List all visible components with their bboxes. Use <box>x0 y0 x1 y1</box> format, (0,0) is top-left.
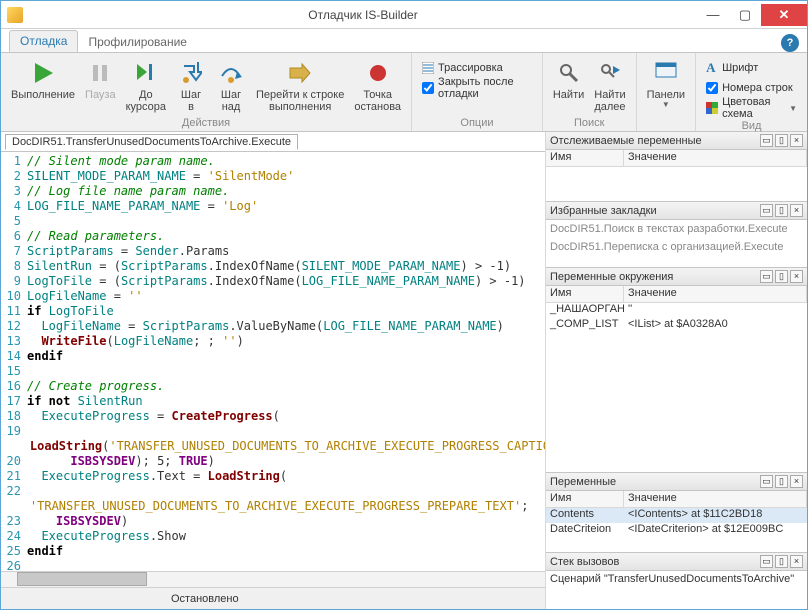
panels-icon <box>652 59 680 87</box>
close-after-checkbox[interactable]: Закрыть после отладки <box>422 79 532 97</box>
breakpoint-button[interactable]: Точка останова <box>352 57 403 116</box>
callstack-entry[interactable]: Сценарий "TransferUnusedDocumentsToArchi… <box>550 573 803 585</box>
run-button[interactable]: Выполнение <box>9 57 77 116</box>
app-icon <box>7 7 23 23</box>
step-over-button[interactable]: Шаг над <box>214 57 248 116</box>
group-search-label: Поиск <box>551 117 628 129</box>
font-button[interactable]: A Шрифт <box>706 59 797 77</box>
pause-button[interactable]: Пауза <box>83 57 118 116</box>
panel-close-button[interactable]: × <box>790 134 803 147</box>
search-next-icon <box>596 59 624 87</box>
panel-pin-button[interactable]: ▯ <box>775 555 788 568</box>
to-cursor-button[interactable]: До курсора <box>124 57 168 116</box>
step-in-icon <box>177 59 205 87</box>
minimize-button[interactable]: — <box>697 4 729 26</box>
panel-close-button[interactable]: × <box>790 555 803 568</box>
line-numbers-check[interactable] <box>706 82 718 94</box>
trace-icon <box>422 62 434 74</box>
goto-line-button[interactable]: Перейти к строке выполнения <box>254 57 346 116</box>
vars-panel-title: Переменные <box>550 476 758 488</box>
panel-dock-button[interactable]: ▭ <box>760 475 773 488</box>
goto-line-icon <box>286 59 314 87</box>
table-row[interactable]: _НАШАОРГАНИЗ'' <box>546 303 807 318</box>
panels-button[interactable]: Панели ▼ <box>645 57 687 128</box>
close-after-check[interactable] <box>422 82 434 94</box>
panel-close-button[interactable]: × <box>790 475 803 488</box>
env-panel-title: Переменные окружения <box>550 271 758 283</box>
close-button[interactable]: ✕ <box>761 4 807 26</box>
document-tab[interactable]: DocDIR51.TransferUnusedDocumentsToArchiv… <box>5 134 298 150</box>
status-text: Остановлено <box>171 593 239 605</box>
panel-close-button[interactable]: × <box>790 204 803 217</box>
panel-dock-button[interactable]: ▭ <box>760 204 773 217</box>
search-icon <box>555 59 583 87</box>
group-options-label: Опции <box>420 117 534 129</box>
panel-pin-button[interactable]: ▯ <box>775 270 788 283</box>
panel-dock-button[interactable]: ▭ <box>760 555 773 568</box>
maximize-button[interactable]: ▢ <box>729 4 761 26</box>
panel-dock-button[interactable]: ▭ <box>760 270 773 283</box>
font-icon: A <box>706 62 718 74</box>
code-editor[interactable]: 1// Silent mode param name.2SILENT_MODE_… <box>1 152 545 571</box>
group-view-label: Вид <box>704 120 799 132</box>
bookmark-item[interactable]: DocDIR51.Переписка с организацией.Execut… <box>546 238 807 256</box>
find-button[interactable]: Найти <box>551 57 586 116</box>
help-icon[interactable]: ? <box>781 34 799 52</box>
line-numbers-checkbox[interactable]: Номера строк <box>706 79 797 97</box>
table-row[interactable]: _COMP_LIST<IList> at $A0328A0 <box>546 318 807 333</box>
color-scheme-icon <box>706 102 718 114</box>
panel-dock-button[interactable]: ▭ <box>760 134 773 147</box>
step-over-icon <box>217 59 245 87</box>
window-title: Отладчик IS-Builder <box>29 8 697 22</box>
table-row[interactable]: DateCriteion<IDateCriterion> at $12E009B… <box>546 523 807 538</box>
breakpoint-icon <box>364 59 392 87</box>
watched-panel-title: Отслеживаемые переменные <box>550 135 758 147</box>
tab-profile[interactable]: Профилирование <box>78 32 197 52</box>
callstack-panel-title: Стек вызовов <box>550 556 758 568</box>
panel-pin-button[interactable]: ▯ <box>775 134 788 147</box>
bookmark-item[interactable]: DocDIR51.Поиск в текстах разработки.Exec… <box>546 220 807 238</box>
group-actions-label: Действия <box>9 117 403 129</box>
play-icon <box>29 59 57 87</box>
panel-close-button[interactable]: × <box>790 270 803 283</box>
panel-pin-button[interactable]: ▯ <box>775 204 788 217</box>
trace-button[interactable]: Трассировка <box>422 59 532 77</box>
table-row[interactable]: Contents<IContents> at $11C2BD18 <box>546 508 807 523</box>
horizontal-scrollbar[interactable] <box>1 571 545 587</box>
pause-icon <box>86 59 114 87</box>
color-scheme-button[interactable]: Цветовая схема ▼ <box>706 99 797 117</box>
panel-pin-button[interactable]: ▯ <box>775 475 788 488</box>
tab-debug[interactable]: Отладка <box>9 30 78 52</box>
step-in-button[interactable]: Шаг в <box>174 57 208 116</box>
bookmarks-panel-title: Избранные закладки <box>550 205 758 217</box>
find-next-button[interactable]: Найти далее <box>592 57 627 116</box>
to-cursor-icon <box>132 59 160 87</box>
